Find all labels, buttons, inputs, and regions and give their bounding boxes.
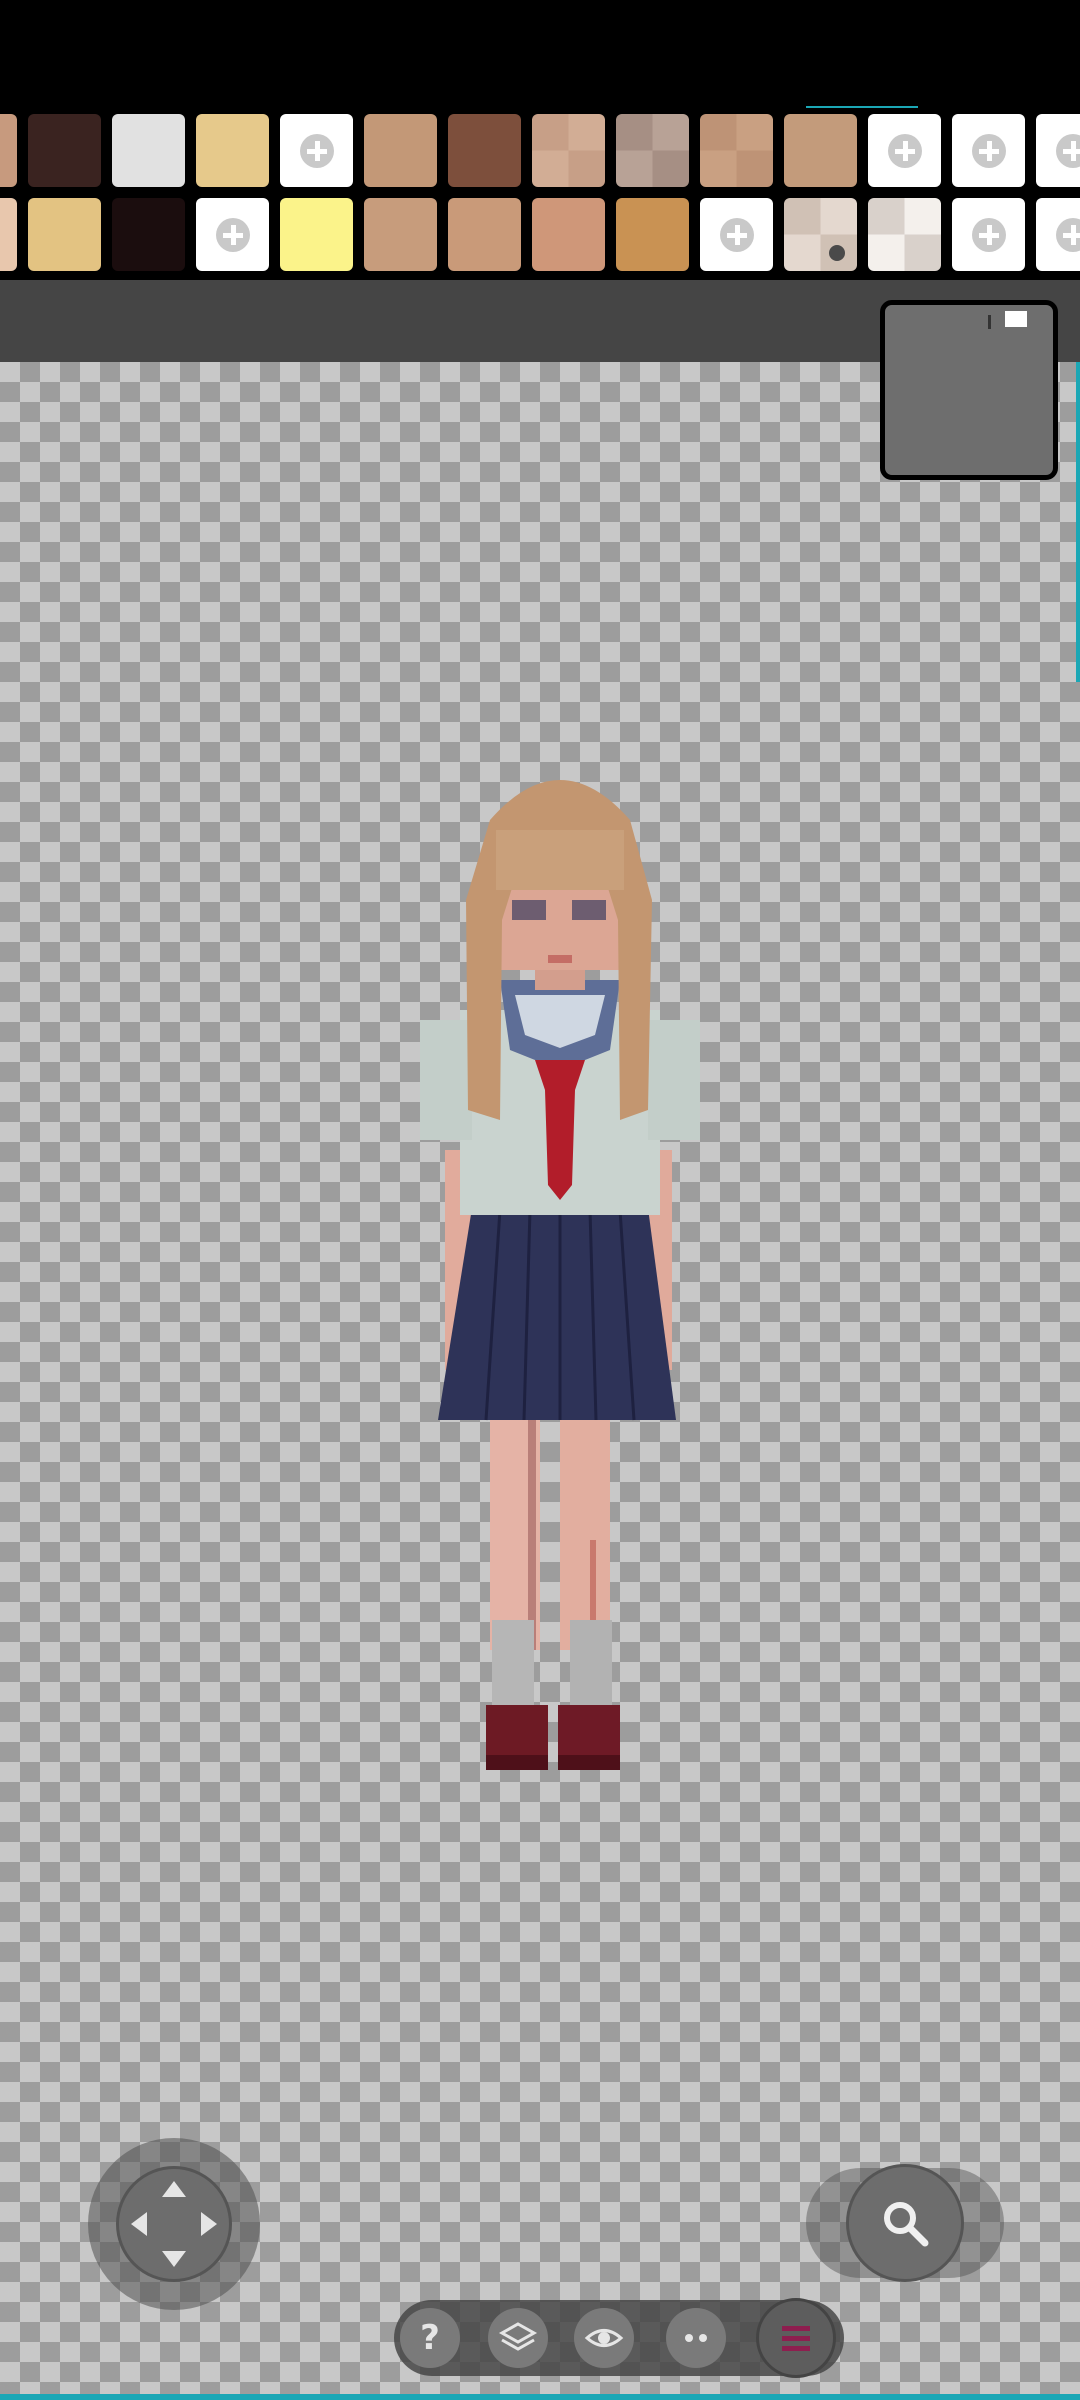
palette-row-2 bbox=[0, 198, 1080, 274]
eye-icon bbox=[584, 2329, 624, 2347]
palette-swatch[interactable] bbox=[784, 114, 857, 187]
palette-swatch[interactable] bbox=[364, 198, 437, 271]
palette-swatch[interactable] bbox=[28, 114, 101, 187]
palette-swatch-pattern[interactable] bbox=[784, 198, 857, 271]
layers-icon bbox=[498, 2322, 538, 2351]
preview-marker bbox=[988, 315, 991, 329]
add-color-button[interactable] bbox=[1036, 114, 1080, 187]
scroll-edge-indicator bbox=[1076, 362, 1080, 682]
add-color-button[interactable] bbox=[196, 198, 269, 271]
palette-swatch[interactable] bbox=[28, 198, 101, 271]
add-color-button[interactable] bbox=[700, 198, 773, 271]
right-eye bbox=[572, 900, 606, 920]
palette-swatch[interactable] bbox=[0, 114, 17, 187]
preview-viewport-marker bbox=[1005, 311, 1027, 327]
left-eye bbox=[512, 900, 546, 920]
left-sleeve bbox=[420, 1020, 472, 1140]
more-button[interactable] bbox=[666, 2308, 726, 2368]
palette-swatch[interactable] bbox=[532, 198, 605, 271]
palette-swatch[interactable] bbox=[280, 198, 353, 271]
visibility-button[interactable] bbox=[574, 2308, 634, 2368]
move-arrows-icon[interactable] bbox=[116, 2166, 232, 2282]
help-icon: ? bbox=[420, 2318, 440, 2358]
add-color-button[interactable] bbox=[952, 114, 1025, 187]
palette-swatch[interactable] bbox=[448, 114, 521, 187]
plus-icon bbox=[1055, 217, 1080, 252]
palette-swatch[interactable] bbox=[112, 114, 185, 187]
bottom-edge-indicator bbox=[0, 2394, 1080, 2400]
add-color-button[interactable] bbox=[952, 198, 1025, 271]
palette-swatch[interactable] bbox=[364, 114, 437, 187]
add-color-button[interactable] bbox=[868, 114, 941, 187]
magnifier-icon bbox=[884, 2202, 929, 2247]
palette-swatch-pattern[interactable] bbox=[700, 114, 773, 187]
plus-icon bbox=[971, 133, 1006, 168]
palette-swatch[interactable] bbox=[196, 114, 269, 187]
palette-swatch[interactable] bbox=[112, 198, 185, 271]
more-dots-icon bbox=[685, 2334, 707, 2342]
plus-icon bbox=[299, 133, 334, 168]
palette-swatch[interactable] bbox=[616, 198, 689, 271]
pleated-skirt bbox=[438, 1208, 676, 1420]
mouth bbox=[548, 955, 572, 963]
palette-row-1 bbox=[0, 114, 1080, 190]
palette-swatch-pattern[interactable] bbox=[616, 114, 689, 187]
main-menu-button[interactable] bbox=[756, 2298, 836, 2378]
bottom-toolbar: ? bbox=[394, 2298, 844, 2378]
zoom-control bbox=[806, 2164, 1004, 2282]
plus-icon bbox=[1055, 133, 1080, 168]
right-sock bbox=[570, 1620, 612, 1710]
plus-icon bbox=[887, 133, 922, 168]
layers-button[interactable] bbox=[488, 2308, 548, 2368]
plus-icon bbox=[971, 217, 1006, 252]
top-status-area bbox=[0, 0, 1080, 108]
help-button[interactable]: ? bbox=[400, 2308, 460, 2368]
color-palette bbox=[0, 108, 1080, 280]
plus-icon bbox=[719, 217, 754, 252]
plus-icon bbox=[215, 217, 250, 252]
right-leg bbox=[560, 1420, 610, 1650]
palette-swatch[interactable] bbox=[0, 198, 17, 271]
canvas-preview-thumbnail[interactable] bbox=[880, 300, 1058, 480]
add-color-button[interactable] bbox=[280, 114, 353, 187]
move-control[interactable] bbox=[88, 2138, 260, 2310]
right-sleeve bbox=[648, 1020, 700, 1140]
palette-swatch-pattern[interactable] bbox=[868, 198, 941, 271]
add-color-button[interactable] bbox=[1036, 198, 1080, 271]
pixel-art-character bbox=[420, 780, 700, 1770]
palette-swatch[interactable] bbox=[448, 198, 521, 271]
left-sock bbox=[492, 1620, 534, 1710]
zoom-button[interactable] bbox=[846, 2164, 964, 2282]
hamburger-menu-icon bbox=[782, 2326, 810, 2351]
palette-swatch-pattern[interactable] bbox=[532, 114, 605, 187]
